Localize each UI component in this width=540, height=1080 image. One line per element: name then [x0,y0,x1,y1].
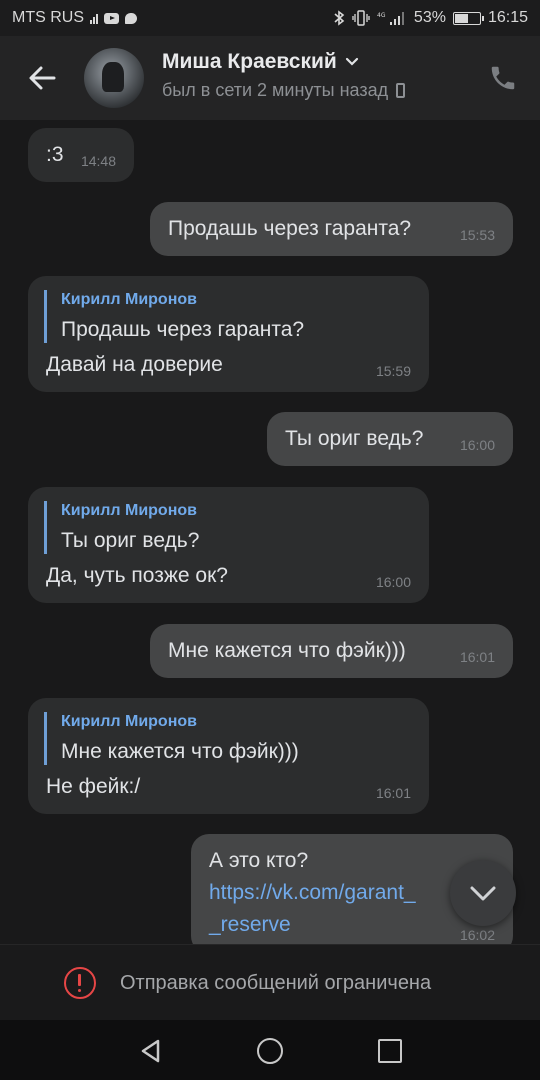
message-outgoing[interactable]: Продашь через гаранта? 15:53 [150,202,513,256]
chat-bubble-icon [125,12,137,24]
restriction-text: Отправка сообщений ограничена [120,972,432,994]
message-text: Мне кажется что фэйк))) [168,639,406,662]
nav-recents-icon[interactable] [378,1039,402,1063]
presence-text: был в сети 2 минуты назад [162,80,389,100]
message-time: 16:00 [459,436,495,453]
message-link[interactable]: https://vk.com/garant_ [209,880,416,906]
wifi-signal-icon: 4G [377,12,404,25]
message-time: 16:02 [459,926,495,943]
battery-percent: 53% [413,9,446,26]
message-time: 14:48 [80,152,116,169]
message-time: 16:01 [375,784,411,801]
reply-text: Ты ориг ведь? [61,529,200,553]
scroll-down-button[interactable] [450,860,516,926]
chevron-down-icon [345,57,358,66]
chat-header: Миша Краевский был в сети 2 минуты назад [0,36,540,120]
message-outgoing[interactable]: Ты ориг ведь? 16:00 [267,412,513,466]
exclamation-circle-icon [64,967,96,999]
message-time: 15:53 [459,226,495,243]
reply-quote[interactable]: Кирилл Миронов Мне кажется что фэйк))) [44,712,299,766]
status-bar: MTS RUS 4G 53% 16:15 [0,0,540,36]
message-time: 16:00 [375,573,411,590]
avatar[interactable] [84,48,144,108]
vibrate-icon [352,10,370,26]
nav-back-icon[interactable] [138,1038,164,1064]
phone-icon[interactable] [488,63,518,93]
reply-quote[interactable]: Кирилл Миронов Ты ориг ведь? [44,501,200,555]
youtube-icon [104,12,119,24]
message-text: Давай на доверие [46,353,223,376]
arrow-left-icon[interactable] [24,60,60,96]
reply-author: Кирилл Миронов [61,502,197,519]
message-restriction-bar: Отправка сообщений ограничена [0,944,540,1020]
reply-text: Продашь через гаранта? [61,318,305,342]
message-link-continuation[interactable]: _reserve [209,912,291,938]
reply-author: Кирилл Миронов [61,713,197,730]
contact-name-row[interactable]: Миша Краевский [162,50,359,74]
reply-author: Кирилл Миронов [61,291,197,308]
message-text: Не фейк:/ [46,775,141,798]
message-time: 16:01 [459,648,495,665]
message-text: А это кто? [209,849,309,872]
clock: 16:15 [487,9,528,26]
system-nav-bar [0,1020,540,1080]
message-text: :3 [46,143,64,166]
reply-text: Мне кажется что фэйк))) [61,740,299,764]
battery-icon [452,11,484,25]
carrier-label: MTS RUS [12,9,84,26]
message-incoming[interactable]: :3 14:48 [28,128,134,182]
message-text: Продашь через гаранта? [168,217,412,240]
message-text: Ты ориг ведь? [285,427,424,450]
message-outgoing[interactable]: Мне кажется что фэйк))) 16:01 [150,624,513,678]
chevron-down-icon [470,886,496,901]
message-time: 15:59 [375,362,411,379]
nav-home-icon[interactable] [257,1038,283,1064]
message-incoming[interactable]: Кирилл Миронов Продашь через гаранта? Да… [28,276,429,392]
mobile-icon [396,83,406,98]
svg-text:4G: 4G [377,12,386,19]
message-incoming[interactable]: Кирилл Миронов Ты ориг ведь? Да, чуть по… [28,487,429,603]
bluetooth-icon [334,10,345,26]
message-text: Да, чуть позже ок? [46,564,228,587]
contact-name: Миша Краевский [162,50,337,73]
reply-quote[interactable]: Кирилл Миронов Продашь через гаранта? [44,290,305,344]
presence-line: был в сети 2 минуты назад [162,80,406,101]
signal-icon [90,12,98,24]
message-incoming[interactable]: Кирилл Миронов Мне кажется что фэйк))) Н… [28,698,429,814]
